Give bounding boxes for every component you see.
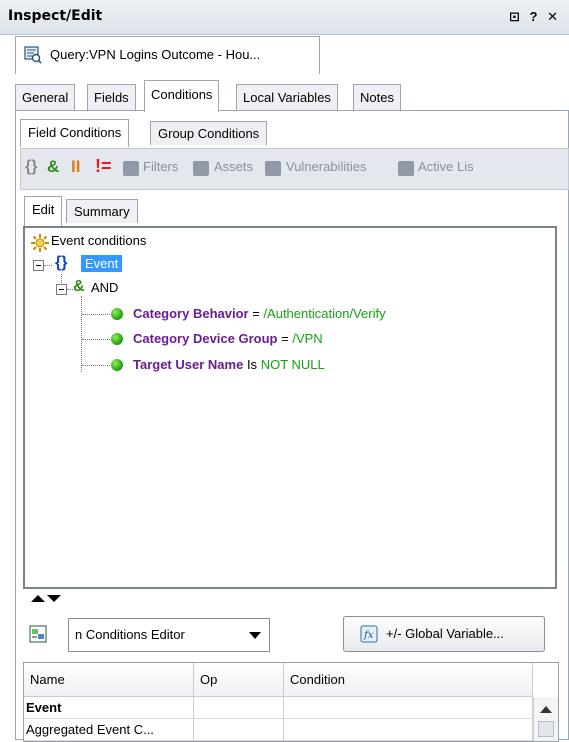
condition-3-op: Is [246, 357, 258, 372]
table-row-condition[interactable] [284, 697, 533, 719]
query-resource-tab[interactable]: Query:VPN Logins Outcome - Hou... [15, 36, 320, 74]
editor-select[interactable]: n Conditions Editor [68, 618, 270, 652]
condition-row-2[interactable]: Category Device Group = /VPN [133, 331, 323, 346]
condition-2-icon [111, 333, 123, 345]
tree-connector [82, 365, 112, 366]
column-header-condition[interactable]: Condition [284, 663, 533, 697]
vulnerabilities-icon [265, 161, 281, 176]
vulnerabilities-button[interactable]: Vulnerabilities [286, 159, 366, 174]
condition-3-value: NOT NULL [260, 357, 325, 372]
tree-connector [81, 296, 82, 372]
table-row-op[interactable] [194, 719, 284, 741]
editor-select-value: n Conditions Editor [75, 627, 185, 642]
filters-button[interactable]: Filters [143, 159, 178, 174]
condition-2-op: = [281, 331, 289, 346]
global-variable-label: +/- Global Variable... [386, 626, 504, 641]
query-tab-label: Query:VPN Logins Outcome - Hou... [50, 47, 261, 62]
and-icon[interactable]: & [47, 157, 59, 177]
tab-conditions[interactable]: Conditions [144, 80, 220, 112]
global-variable-button[interactable]: fx +/- Global Variable... [343, 616, 545, 652]
tab-edit[interactable]: Edit [24, 196, 63, 226]
tree-node-and[interactable]: AND [91, 280, 118, 295]
window-title: Inspect/Edit [8, 8, 103, 24]
tab-general[interactable]: General [15, 84, 76, 111]
query-icon [24, 46, 42, 64]
tree-connector [44, 265, 52, 266]
or-icon[interactable]: II [71, 157, 80, 177]
main-tab-strip: General Fields Conditions Local Variable… [15, 80, 565, 112]
scroll-up-icon[interactable] [540, 705, 552, 713]
event-braces-icon: {} [55, 254, 68, 271]
tab-group-conditions[interactable]: Group Conditions [150, 121, 268, 145]
tab-summary[interactable]: Summary [66, 199, 138, 223]
column-header-name[interactable]: Name [24, 663, 194, 697]
conditions-tree: Event conditions {} Event & AND Category… [23, 226, 557, 589]
tab-field-conditions[interactable]: Field Conditions [20, 119, 130, 147]
tab-local-variables[interactable]: Local Variables [236, 84, 338, 111]
window-controls[interactable]: ⊡ ? ✕ [509, 9, 561, 25]
inspect-edit-titlebar: Inspect/Edit ⊡ ? ✕ [0, 0, 569, 35]
condition-row-3[interactable]: Target User Name Is NOT NULL [133, 357, 325, 372]
conditions-editor-icon [29, 625, 47, 643]
braces-icon[interactable]: {} [25, 158, 37, 176]
condition-1-op: = [252, 306, 260, 321]
condition-2-value: /VPN [292, 331, 323, 346]
column-header-op[interactable]: Op [194, 663, 284, 697]
svg-text:fx: fx [363, 630, 374, 641]
condition-2-field: Category Device Group [133, 331, 278, 346]
condition-3-icon [111, 359, 123, 371]
scroll-thumb[interactable] [538, 721, 554, 737]
tree-connector [82, 339, 112, 340]
tab-notes[interactable]: Notes [353, 84, 401, 111]
table-scrollbar[interactable] [533, 697, 558, 741]
condition-3-field: Target User Name [133, 357, 244, 372]
table-row-condition[interactable] [284, 719, 533, 741]
event-conditions-icon [31, 234, 49, 252]
filters-icon [123, 161, 139, 176]
assets-button[interactable]: Assets [214, 159, 253, 174]
chevron-down-icon [249, 632, 261, 639]
table-row-name[interactable]: Aggregated Event C... [24, 719, 194, 741]
condition-1-value: /Authentication/Verify [263, 306, 386, 321]
tree-root-label[interactable]: Event conditions [51, 233, 146, 248]
collapse-event-toggle[interactable] [33, 260, 44, 271]
table-row-name[interactable]: Event [24, 697, 194, 719]
condition-1-icon [111, 308, 123, 320]
panel-splitter[interactable] [23, 592, 557, 604]
table-row-op[interactable] [194, 697, 284, 719]
tab-fields[interactable]: Fields [87, 84, 136, 111]
condition-row-1[interactable]: Category Behavior = /Authentication/Veri… [133, 306, 386, 321]
assets-icon [193, 161, 209, 176]
active-lists-button[interactable]: Active Lis [418, 159, 474, 174]
condition-1-field: Category Behavior [133, 306, 249, 321]
splitter-arrows-icon[interactable] [31, 594, 61, 604]
collapse-and-toggle[interactable] [56, 284, 67, 295]
function-icon: fx [360, 625, 378, 643]
tree-node-event[interactable]: Event [81, 255, 123, 272]
conditions-table: Name Op Condition Event Aggregated Event… [23, 662, 559, 742]
not-equal-icon[interactable]: != [95, 156, 112, 177]
conditions-editor-area: n Conditions Editor fx +/- Global Variab… [23, 604, 559, 742]
conditions-toolbar: {} & II != Filters Assets Vulnerabilitie… [20, 148, 569, 190]
and-operator-icon: & [73, 278, 85, 295]
active-lists-icon [398, 161, 414, 176]
tree-connector [82, 314, 112, 315]
